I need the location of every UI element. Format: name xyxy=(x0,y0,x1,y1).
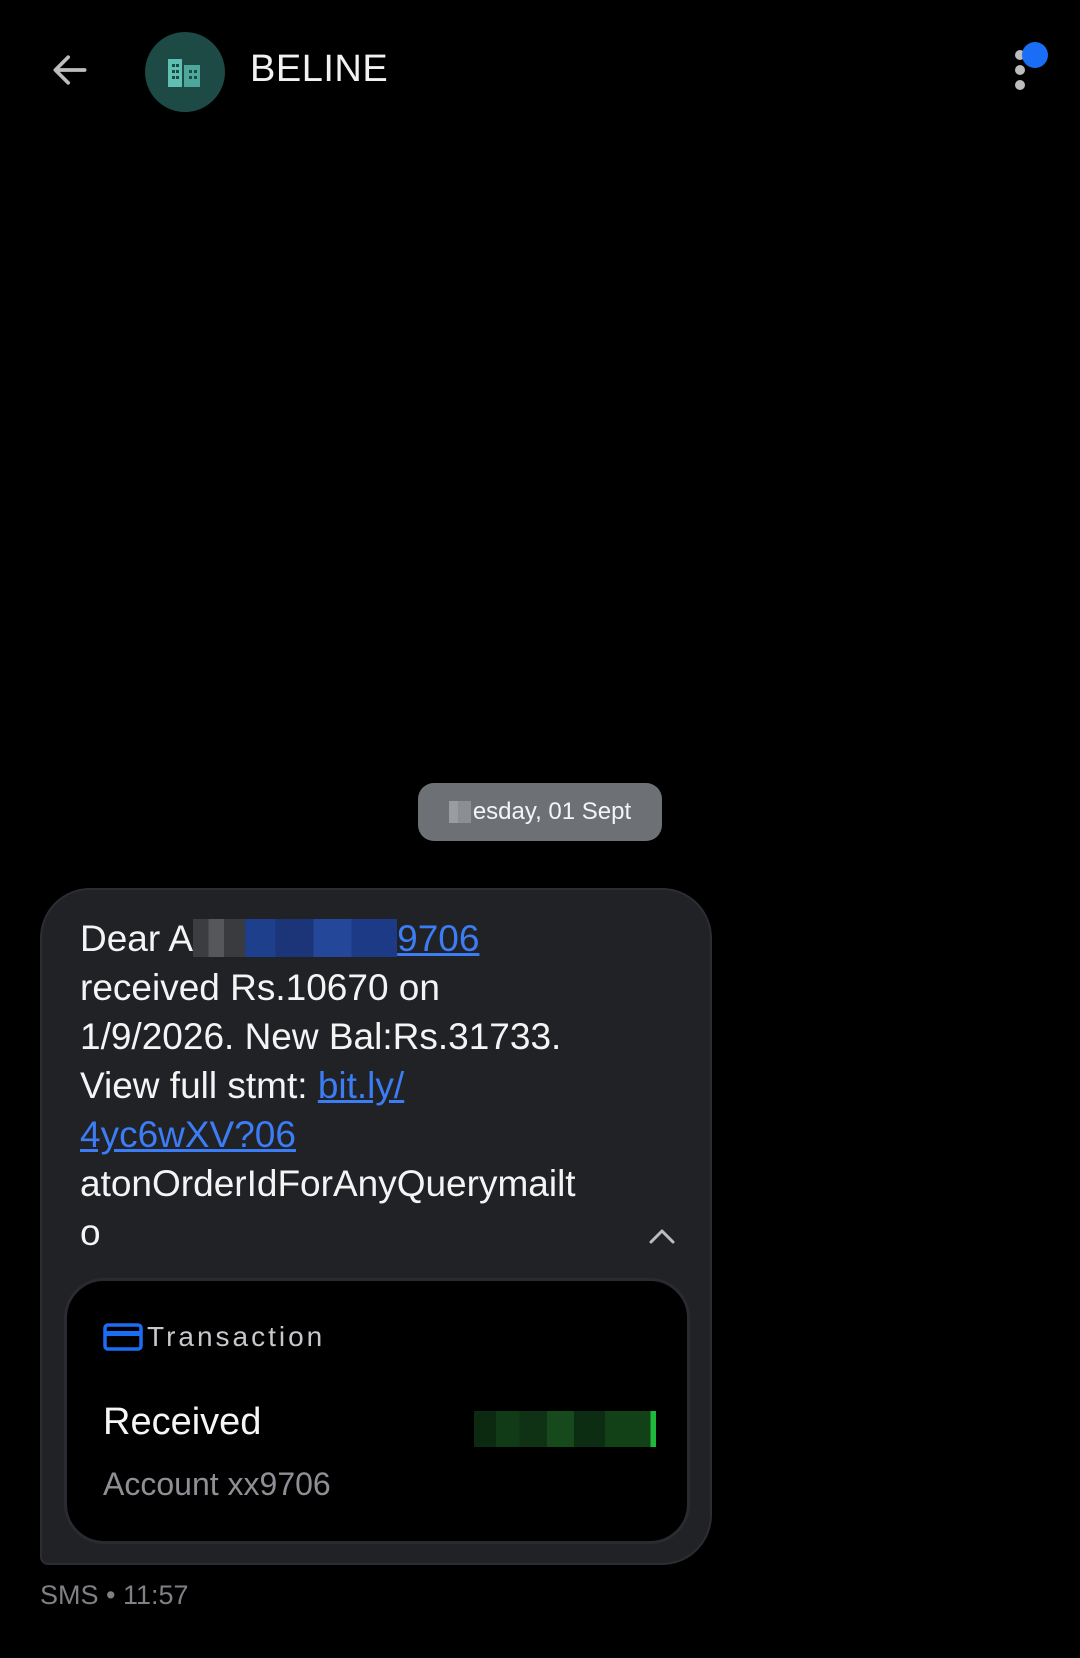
message-line: Dear A 9706 xyxy=(80,918,480,959)
collapse-button[interactable] xyxy=(642,1216,682,1256)
transaction-status: Received xyxy=(103,1401,262,1443)
statement-link[interactable]: bit.ly/ xyxy=(318,1065,404,1106)
notification-dot xyxy=(1022,42,1048,68)
message-meta: SMS • 11:57 xyxy=(40,1580,189,1610)
message-line: 4yc6wXV?06 xyxy=(80,1110,640,1159)
date-divider: esday, 01 Sept xyxy=(418,783,662,841)
message-line: View full stmt: bit.ly/ xyxy=(80,1065,405,1106)
transaction-label: Transaction xyxy=(147,1321,326,1352)
redacted-block xyxy=(245,919,398,957)
date-label: esday, 01 Sept xyxy=(472,798,632,825)
chevron-up-icon xyxy=(649,1229,675,1244)
message-line: 1/9/2026. New Bal:Rs.31733. xyxy=(80,1016,562,1057)
message-body[interactable]: Dear A 9706 received Rs.10670 on 1/9/2026… xyxy=(80,914,640,1257)
transaction-card[interactable]: Transaction Received Account xx9706 xyxy=(64,1278,690,1544)
building-icon xyxy=(168,59,200,87)
credit-card-icon xyxy=(103,1323,143,1351)
more-options-button[interactable] xyxy=(1000,40,1060,100)
arrow-left-icon xyxy=(53,55,87,85)
message-line: atonOrderIdForAnyQuerymailt xyxy=(80,1163,576,1204)
contact-avatar[interactable] xyxy=(145,32,225,112)
transaction-account: Account xx9706 xyxy=(103,1466,331,1502)
message-bubble[interactable]: Dear A 9706 received Rs.10670 on 1/9/2026… xyxy=(40,888,712,1565)
message-line: o xyxy=(80,1212,101,1253)
transaction-header: Transaction xyxy=(103,1321,325,1353)
back-button[interactable] xyxy=(40,40,100,100)
contact-name[interactable]: BELINE xyxy=(250,48,388,91)
message-line: received Rs.10670 on xyxy=(80,967,440,1008)
redacted-block xyxy=(193,919,246,957)
account-link[interactable]: 9706 xyxy=(245,918,479,959)
top-bar: BELINE xyxy=(0,0,1080,150)
redacted-block xyxy=(448,801,471,823)
statement-link-continued[interactable]: 4yc6wXV?06 xyxy=(80,1114,296,1155)
redacted-amount xyxy=(474,1411,656,1447)
